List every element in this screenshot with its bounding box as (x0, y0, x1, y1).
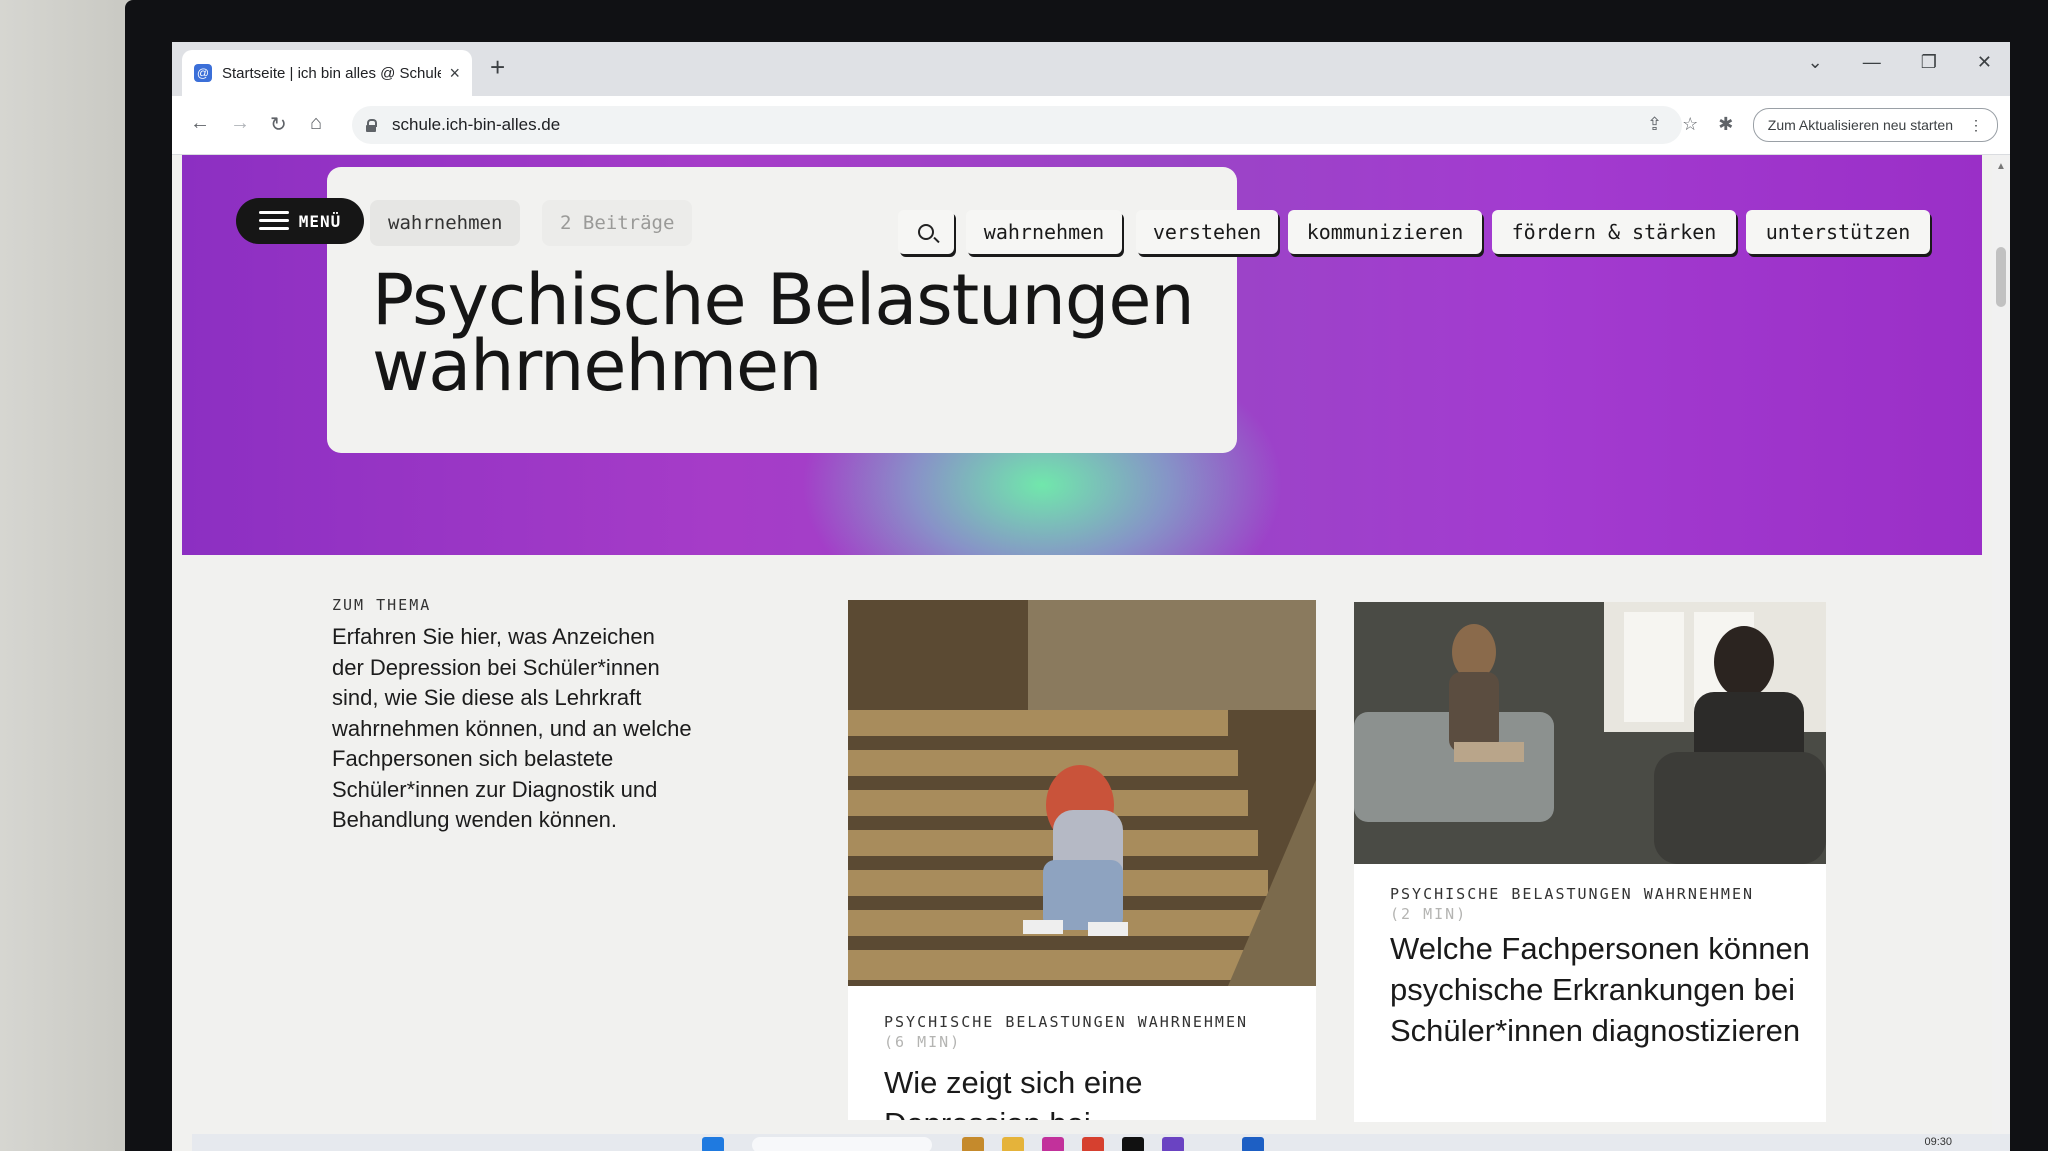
lock-icon[interactable] (366, 119, 377, 132)
intro-kicker: ZUM THEMA (332, 596, 432, 614)
browser-toolbar: ← → ↻ ⌂ schule.ich-bin-alles.de ⇪ ☆ ✱ ▮ … (172, 96, 2010, 155)
onenote-icon[interactable] (1162, 1137, 1184, 1151)
bookmark-star-icon[interactable]: ☆ (1682, 114, 1698, 135)
tab-bar: @ Startseite | ich bin alles @ Schule × … (172, 42, 2010, 96)
card-title[interactable]: Welche Fachpersonen können psychische Er… (1390, 928, 1810, 1051)
browser-tab[interactable]: @ Startseite | ich bin alles @ Schule × (182, 50, 472, 96)
page-title: Psychische Belastungen wahrnehmen (372, 259, 1212, 407)
nav-wahrnehmen[interactable]: wahrnehmen (966, 210, 1122, 254)
kebab-menu-icon: ⋮ (1969, 116, 1983, 133)
windows-start-icon[interactable] (702, 1137, 724, 1151)
update-restart-button[interactable]: Zum Aktualisieren neu starten ⋮ (1752, 108, 1998, 142)
card-duration: (6 MIN) (884, 1033, 962, 1051)
extensions-puzzle-icon[interactable]: ✱ (1718, 114, 1733, 135)
menu-button[interactable]: MENÜ (236, 198, 364, 244)
nav-kommunizieren[interactable]: kommunizieren (1288, 210, 1482, 254)
site-search-button[interactable] (898, 210, 954, 254)
scrollbar[interactable]: ▲ (1992, 155, 2010, 1151)
scroll-up-icon[interactable]: ▲ (1996, 161, 2006, 172)
card-kicker: PSYCHISCHE BELASTUNGEN WAHRNEHMEN (6 MIN… (884, 1012, 1248, 1052)
favicon-icon: @ (194, 64, 212, 82)
clock: 09:30 (1924, 1136, 1952, 1148)
nav-unterstuetzen[interactable]: unterstützen (1746, 210, 1930, 254)
breadcrumb-count: 2 Beiträge (542, 200, 693, 246)
minimize-icon[interactable]: — (1863, 52, 1881, 73)
close-window-icon[interactable]: ✕ (1977, 52, 1992, 73)
article-image-stairs (848, 600, 1316, 986)
url-text: schule.ich-bin-alles.de (392, 115, 561, 134)
restore-icon[interactable]: ❐ (1921, 52, 1937, 73)
new-tab-icon[interactable]: + (490, 52, 505, 83)
scroll-thumb[interactable] (1996, 247, 2006, 307)
nav-verstehen[interactable]: verstehen (1136, 210, 1278, 254)
article-image-therapy (1354, 602, 1826, 864)
article-card-fachpersonen[interactable]: PSYCHISCHE BELASTUNGEN WAHRNEHMEN (2 MIN… (1354, 602, 1826, 1122)
update-label: Zum Aktualisieren neu starten (1767, 117, 1953, 133)
hamburger-icon (258, 211, 289, 231)
title-line-2: wahrnehmen (372, 325, 822, 407)
tab-search-icon[interactable]: ⌄ (1808, 52, 1823, 73)
close-tab-icon[interactable]: × (449, 63, 460, 84)
card-category: PSYCHISCHE BELASTUNGEN WAHRNEHMEN (1390, 885, 1755, 903)
outlook-icon[interactable] (1242, 1137, 1264, 1151)
card-kicker: PSYCHISCHE BELASTUNGEN WAHRNEHMEN (2 MIN… (1390, 884, 1754, 924)
briefcase-icon[interactable] (962, 1137, 984, 1151)
card-duration: (2 MIN) (1390, 905, 1468, 923)
card-title[interactable]: Wie zeigt sich eine Depression bei (884, 1062, 1304, 1120)
forward-icon[interactable]: → (230, 112, 250, 135)
taskbar-search[interactable] (752, 1137, 932, 1151)
article-card-depression[interactable]: PSYCHISCHE BELASTUNGEN WAHRNEHMEN (6 MIN… (848, 600, 1316, 1120)
reload-icon[interactable]: ↻ (270, 112, 287, 137)
folder-icon[interactable] (1002, 1137, 1024, 1151)
instagram-icon[interactable] (1042, 1137, 1064, 1151)
share-icon[interactable]: ⇪ (1647, 114, 1662, 135)
menu-label: MENÜ (298, 211, 342, 231)
address-bar[interactable]: schule.ich-bin-alles.de (352, 106, 1682, 144)
taskbar: 09:30 (192, 1134, 2010, 1151)
window-controls: ⌄ — ❐ ✕ (1808, 52, 1992, 73)
app-icon[interactable] (1122, 1137, 1144, 1151)
chrome-icon[interactable] (1082, 1137, 1104, 1151)
desk-background (0, 0, 130, 1151)
intro-text: Erfahren Sie hier, was Anzeichen der Dep… (332, 624, 692, 832)
nav-foerdern-staerken[interactable]: fördern & stärken (1492, 210, 1736, 254)
breadcrumb-category[interactable]: wahrnehmen (370, 200, 521, 246)
search-icon (918, 224, 934, 240)
home-icon[interactable]: ⌂ (310, 112, 322, 135)
back-icon[interactable]: ← (190, 112, 210, 135)
title-line-1: Psychische Belastungen (372, 259, 1195, 341)
tab-title: Startseite | ich bin alles @ Schule (222, 64, 442, 82)
card-category: PSYCHISCHE BELASTUNGEN WAHRNEHMEN (884, 1013, 1249, 1031)
